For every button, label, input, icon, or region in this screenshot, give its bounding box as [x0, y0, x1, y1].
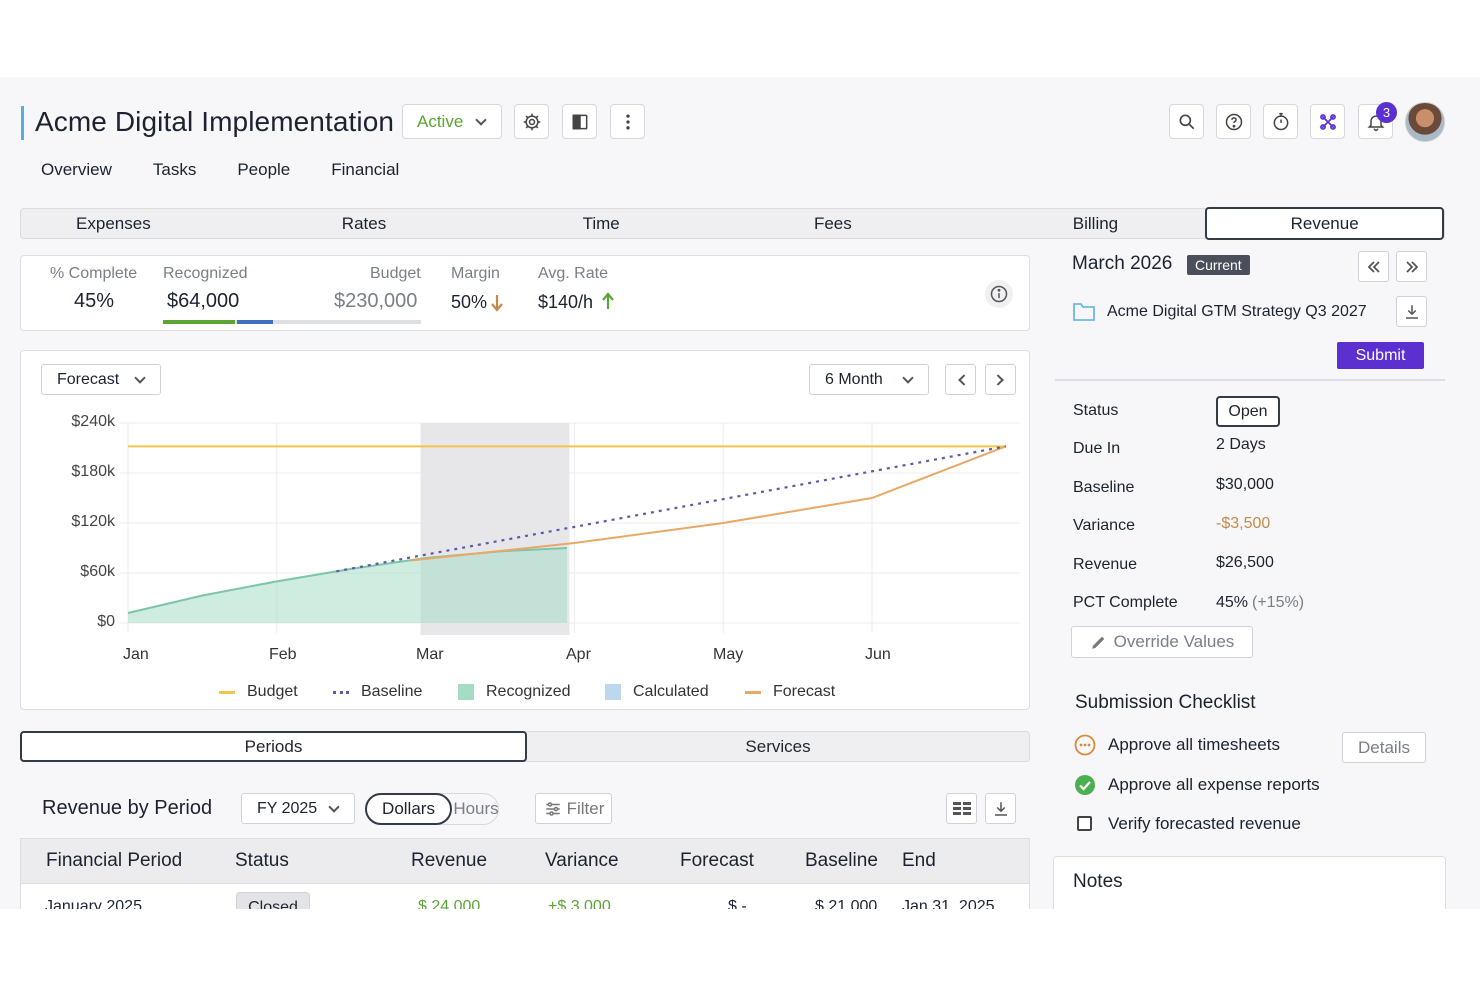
field-label: Revenue	[1073, 556, 1138, 573]
column-header[interactable]: Status	[235, 850, 289, 872]
legend-budget: Budget	[219, 683, 298, 701]
column-header[interactable]: Financial Period	[46, 850, 182, 872]
column-header[interactable]: Baseline	[805, 850, 878, 872]
filter-label: Filter	[566, 798, 605, 818]
pending-icon	[1074, 734, 1096, 756]
download-icon	[1405, 304, 1418, 319]
recognized-area	[128, 548, 567, 623]
legend-label: Budget	[247, 683, 298, 700]
y-tick-label: $120k	[71, 513, 115, 530]
last-period-button[interactable]	[1396, 251, 1427, 282]
y-tick-label: $180k	[71, 463, 115, 480]
legend-calculated: Calculated	[605, 683, 709, 701]
field-value: $30,000	[1216, 476, 1274, 493]
field-label: Baseline	[1073, 479, 1135, 496]
field-label: Variance	[1073, 517, 1135, 534]
legend-swatch	[745, 690, 761, 694]
download-table-button[interactable]	[985, 793, 1016, 824]
status-open-badge: Open	[1216, 396, 1280, 427]
field-value: 2 Days	[1216, 436, 1266, 453]
columns-icon	[952, 801, 971, 815]
y-tick-label: $0	[97, 613, 115, 630]
chevron-down-icon	[328, 801, 340, 813]
toggle-hours[interactable]: Hours	[453, 794, 498, 824]
year-dropdown[interactable]: FY 2025	[241, 793, 355, 824]
legend-forecast: Forecast	[745, 683, 835, 701]
folder-icon	[1073, 303, 1095, 321]
x-tick-label: Jan	[123, 646, 149, 663]
checklist-item: Approve all timesheets	[1108, 735, 1280, 754]
chevrons-right-icon	[1405, 260, 1418, 273]
variance-cell: +$ 3,000	[548, 898, 611, 909]
export-button[interactable]	[1396, 296, 1427, 327]
divider	[1055, 379, 1445, 381]
field-value: $26,500	[1216, 554, 1274, 571]
legend-label: Recognized	[486, 683, 571, 700]
x-tick-label: Jun	[865, 646, 891, 663]
status-badge: Closed	[236, 892, 310, 909]
current-badge: Current	[1187, 255, 1250, 275]
legend-swatch	[458, 684, 474, 700]
first-period-button[interactable]	[1358, 251, 1389, 282]
project-name[interactable]: Acme Digital GTM Strategy Q3 2027	[1107, 303, 1367, 321]
baseline-cell: $ 21,000	[815, 898, 878, 909]
y-tick-label: $240k	[71, 413, 115, 430]
legend-label: Baseline	[361, 683, 423, 700]
column-header[interactable]: Forecast	[680, 850, 754, 872]
details-button[interactable]: Details	[1342, 732, 1426, 763]
checkbox[interactable]	[1077, 816, 1092, 831]
override-label: Override Values	[1113, 632, 1235, 651]
field-value: 45%	[1216, 594, 1249, 611]
download-icon	[994, 801, 1007, 816]
tab-periods[interactable]: Periods	[20, 731, 527, 762]
end-cell: Jan 31, 2025	[902, 898, 995, 909]
x-tick-label: Mar	[416, 646, 444, 663]
field-label: PCT Complete	[1073, 594, 1178, 611]
field-label: Due In	[1073, 440, 1121, 457]
field-value-delta: (+15%)	[1252, 594, 1305, 611]
chevrons-left-icon	[1367, 260, 1380, 273]
legend-baseline: Baseline	[333, 683, 422, 701]
legend-recognized: Recognized	[458, 683, 571, 701]
checklist-item: Verify forecasted revenue	[1108, 814, 1301, 833]
y-tick-label: $60k	[80, 563, 115, 580]
bottom-tabs: Periods Services	[20, 731, 1030, 762]
legend-swatch	[219, 690, 235, 694]
period-cell: January 2025	[45, 898, 142, 909]
tab-services[interactable]: Services	[527, 732, 1029, 761]
legend-label: Forecast	[773, 683, 836, 700]
checklist-title: Submission Checklist	[1075, 692, 1256, 713]
check-circle-icon	[1075, 775, 1095, 795]
year-label: FY 2025	[257, 799, 318, 817]
section-title: Revenue by Period	[42, 797, 213, 819]
table-row[interactable]: January 2025 Closed $ 24,000 +$ 3,000 $ …	[20, 884, 1030, 909]
column-view-button[interactable]	[946, 793, 977, 824]
legend-label: Calculated	[633, 683, 709, 700]
checklist-item: Approve all expense reports	[1108, 775, 1320, 794]
period-title: March 2026	[1072, 253, 1173, 274]
field-value: -$3,500	[1216, 515, 1271, 532]
field-label: Status	[1073, 402, 1119, 419]
column-header[interactable]: Variance	[545, 850, 619, 872]
x-tick-label: May	[713, 646, 744, 663]
pencil-icon	[1091, 636, 1104, 649]
column-header[interactable]: End	[902, 850, 936, 872]
override-values-button[interactable]: Override Values	[1071, 626, 1253, 658]
unit-toggle: Dollars Hours	[365, 793, 499, 825]
filter-sliders-icon	[545, 801, 560, 816]
revenue-cell: $ 24,000	[418, 898, 481, 909]
x-tick-label: Apr	[566, 646, 591, 663]
legend-swatch	[333, 690, 349, 694]
submit-button[interactable]: Submit	[1337, 342, 1424, 369]
toggle-dollars[interactable]: Dollars	[365, 793, 452, 825]
filter-button[interactable]: Filter	[535, 793, 612, 824]
legend-swatch	[605, 684, 621, 700]
forecast-cell: $ -	[728, 898, 747, 909]
x-tick-label: Feb	[269, 646, 297, 663]
notes-title: Notes	[1073, 871, 1123, 892]
column-header[interactable]: Revenue	[411, 850, 487, 872]
